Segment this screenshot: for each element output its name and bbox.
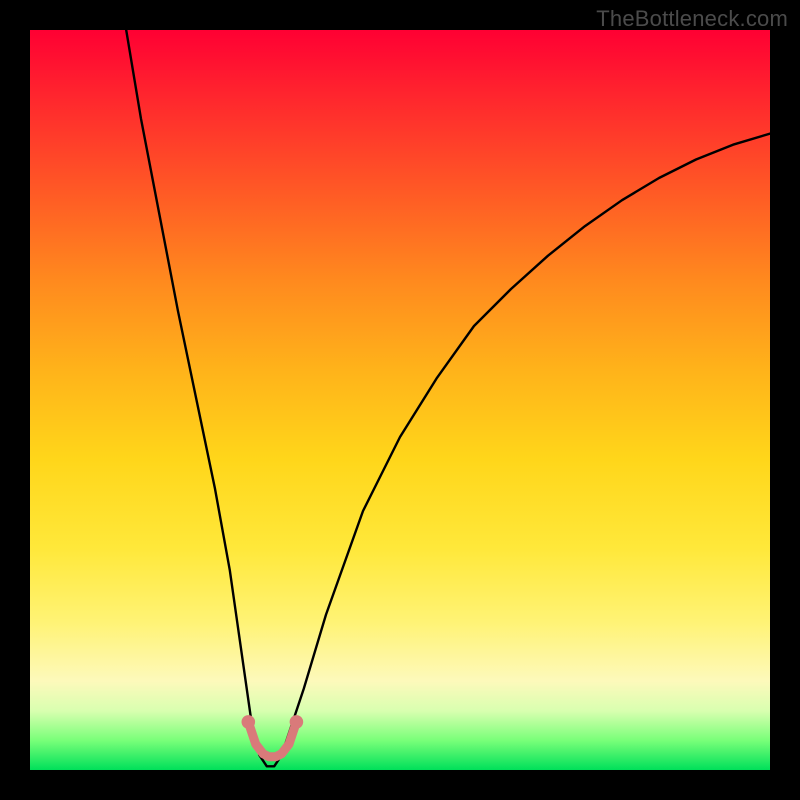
bottleneck-curve [126,30,770,766]
chart-svg [30,30,770,770]
chart-plot-area [30,30,770,770]
watermark-text: TheBottleneck.com [596,6,788,32]
chart-frame: TheBottleneck.com [0,0,800,800]
bottom-marker-arc [242,715,304,757]
